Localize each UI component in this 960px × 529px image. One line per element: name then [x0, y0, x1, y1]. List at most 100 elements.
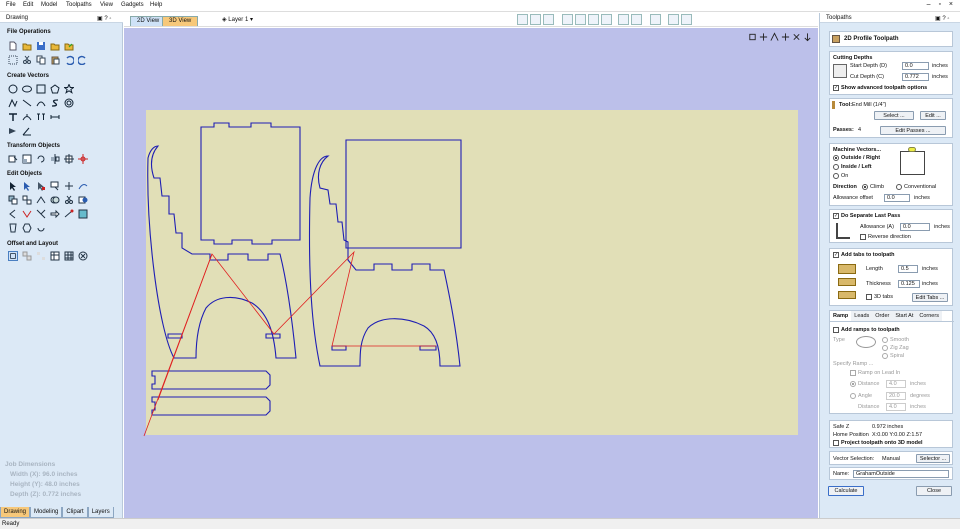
- cut-icon[interactable]: [22, 55, 32, 65]
- tab-thickness-input[interactable]: 0.125: [898, 280, 920, 288]
- calculate-button[interactable]: Calculate: [828, 486, 864, 496]
- fillet-icon[interactable]: [22, 209, 32, 219]
- smooth-radio[interactable]: [882, 337, 888, 343]
- menu-help[interactable]: Help: [150, 2, 162, 8]
- zoom-out-icon[interactable]: [588, 14, 599, 25]
- new-file-icon[interactable]: [8, 41, 18, 51]
- zoom-extents-icon[interactable]: [517, 14, 528, 25]
- open-folder-icon[interactable]: [22, 41, 32, 51]
- smooth-curve-icon[interactable]: [36, 223, 46, 233]
- tab-modeling[interactable]: Modeling: [30, 507, 63, 518]
- ellipse-icon[interactable]: [22, 84, 32, 94]
- zigzag-radio[interactable]: [882, 345, 888, 351]
- mirror-icon[interactable]: [50, 154, 60, 164]
- menu-model[interactable]: Model: [41, 2, 57, 8]
- menu-file[interactable]: File: [6, 2, 16, 8]
- scissors-icon[interactable]: [64, 195, 74, 205]
- tab-drawing[interactable]: Drawing: [0, 507, 31, 518]
- arrow-right-icon[interactable]: [50, 209, 60, 219]
- text-on-curve-icon[interactable]: [22, 112, 32, 122]
- circle-icon[interactable]: [8, 84, 18, 94]
- angle-dimension-icon[interactable]: [22, 126, 32, 136]
- fillet-offset-icon[interactable]: [22, 251, 32, 261]
- grid-array-icon[interactable]: [64, 251, 74, 261]
- arc-icon[interactable]: [36, 98, 46, 108]
- add-ramps-checkbox[interactable]: [833, 327, 839, 333]
- select-arrow-icon[interactable]: [8, 181, 18, 191]
- weld-icon[interactable]: [50, 195, 60, 205]
- subtab-corners[interactable]: Corners: [916, 311, 942, 321]
- ungroup-icon[interactable]: [22, 195, 32, 205]
- extend-icon[interactable]: [36, 209, 46, 219]
- group-icon[interactable]: [8, 195, 18, 205]
- chevron-left-icon[interactable]: [8, 209, 18, 219]
- dimension-icon[interactable]: [50, 112, 60, 122]
- separate-last-pass-checkbox[interactable]: ✓: [833, 213, 839, 219]
- close-button[interactable]: Close: [916, 486, 952, 496]
- panel-pin-icon[interactable]: ▣ ? ◦: [935, 15, 949, 22]
- ramp-lead-in-checkbox[interactable]: [850, 370, 856, 376]
- zoom-in-icon[interactable]: [575, 14, 586, 25]
- node-select-icon[interactable]: [22, 181, 32, 191]
- 3d-viewport[interactable]: [124, 28, 818, 518]
- split-view-icon[interactable]: [668, 14, 679, 25]
- on-radio[interactable]: [833, 173, 839, 179]
- offset-icon[interactable]: [8, 251, 18, 261]
- menu-edit[interactable]: Edit: [23, 2, 33, 8]
- redo-icon[interactable]: [78, 55, 88, 65]
- ramp-angle-radio[interactable]: [850, 393, 856, 399]
- subtab-start-at[interactable]: Start At: [892, 311, 917, 321]
- zoom-box-icon[interactable]: [530, 14, 541, 25]
- snap-icon[interactable]: [631, 14, 642, 25]
- last-pass-allowance-input[interactable]: 0.0: [900, 223, 930, 231]
- polyline-icon[interactable]: [8, 98, 18, 108]
- rectangle-icon[interactable]: [36, 84, 46, 94]
- subtab-order[interactable]: Order: [872, 311, 893, 321]
- move-icon[interactable]: [8, 154, 18, 164]
- boolean-icon[interactable]: [78, 195, 88, 205]
- tab-3d-view[interactable]: 3D View: [162, 16, 199, 26]
- measure-icon[interactable]: [50, 181, 60, 191]
- pan-icon[interactable]: [562, 14, 573, 25]
- allowance-offset-input[interactable]: 0.0: [884, 194, 910, 202]
- panel-pin-icon[interactable]: ▣ ? ◦: [97, 15, 111, 22]
- menu-gadgets[interactable]: Gadgets: [121, 2, 144, 8]
- outside-radio[interactable]: [833, 155, 839, 161]
- layer-selector[interactable]: ◈ Layer 1 ▾: [222, 16, 253, 23]
- curve-fit-icon[interactable]: [78, 181, 88, 191]
- start-depth-input[interactable]: 0.0: [902, 62, 929, 70]
- bitmap-icon[interactable]: [78, 209, 88, 219]
- auto-layout-text-icon[interactable]: [36, 112, 46, 122]
- transform-select-icon[interactable]: [36, 181, 46, 191]
- show-advanced-checkbox[interactable]: ✓: [833, 85, 839, 91]
- zoom-fit-icon[interactable]: [601, 14, 612, 25]
- cut-depth-input[interactable]: 0.772: [902, 73, 929, 81]
- layout-icon[interactable]: [681, 14, 692, 25]
- toolpath-name-input[interactable]: GrahamOutside: [853, 470, 949, 478]
- nest-icon[interactable]: [22, 223, 32, 233]
- close-vector-icon[interactable]: [8, 223, 18, 233]
- menu-toolpaths[interactable]: Toolpaths: [66, 2, 92, 8]
- grid-toggle-icon[interactable]: [543, 14, 554, 25]
- export-icon[interactable]: [64, 41, 74, 51]
- rotate-view-icon[interactable]: [618, 14, 629, 25]
- subtab-ramp[interactable]: Ramp: [830, 311, 852, 321]
- subtab-leads[interactable]: Leads: [851, 311, 873, 321]
- ramp-distance-radio[interactable]: [850, 381, 856, 387]
- render-icon[interactable]: [650, 14, 661, 25]
- array-copy-icon[interactable]: [50, 251, 60, 261]
- ramp-distance2-input[interactable]: 4.0: [886, 403, 906, 411]
- star-icon[interactable]: [64, 84, 74, 94]
- center-icon[interactable]: [78, 154, 88, 164]
- rotate-icon[interactable]: [36, 154, 46, 164]
- text-icon[interactable]: [8, 112, 18, 122]
- project-toolpath-checkbox[interactable]: [833, 440, 839, 446]
- ramp-angle-input[interactable]: 20.0: [886, 392, 906, 400]
- line-icon[interactable]: [22, 98, 32, 108]
- node-smooth-icon[interactable]: [64, 209, 74, 219]
- climb-radio[interactable]: [862, 184, 868, 190]
- interactive-trim-icon[interactable]: [64, 181, 74, 191]
- window-controls[interactable]: – ▫ ×: [927, 1, 956, 8]
- spiral-radio[interactable]: [882, 353, 888, 359]
- selector-button[interactable]: Selector ...: [916, 454, 950, 463]
